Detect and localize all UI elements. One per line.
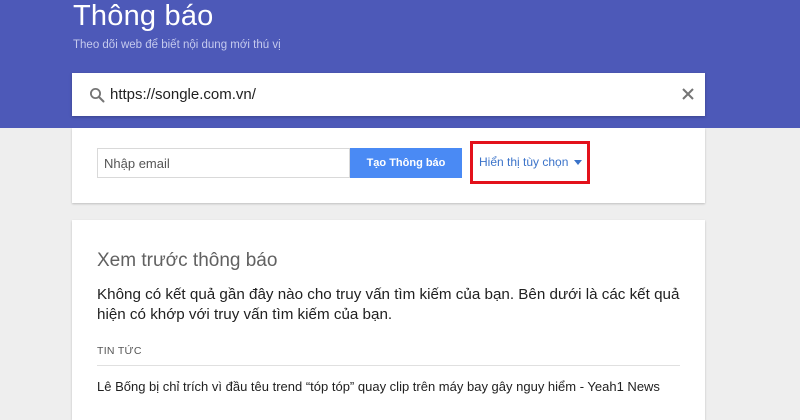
create-alert-button[interactable]: Tạo Thông báo <box>350 148 462 178</box>
search-input[interactable]: https://songle.com.vn/ <box>110 86 256 104</box>
close-icon[interactable] <box>681 87 695 101</box>
page-subtitle: Theo dõi web để biết nội dung mới thú vị <box>73 39 281 51</box>
create-alert-card: Tạo Thông báo Hiển thị tùy chọn <box>72 128 705 203</box>
news-item-link[interactable]: Lê Bống bị chỉ trích vì đầu têu trend “t… <box>97 379 660 394</box>
show-options-label: Hiển thị tùy chọn <box>479 155 569 169</box>
preview-description: Không có kết quả gần đây nào cho truy vấ… <box>97 286 680 323</box>
news-section-label: TIN TỨC <box>97 345 142 357</box>
alert-preview-card: Xem trước thông báo Không có kết quả gần… <box>72 220 705 420</box>
divider <box>97 365 680 366</box>
caret-down-icon <box>574 160 583 165</box>
email-field[interactable] <box>97 148 350 178</box>
preview-title: Xem trước thông báo <box>97 250 278 271</box>
search-icon <box>90 88 105 103</box>
search-bar[interactable]: https://songle.com.vn/ <box>72 73 705 116</box>
show-options-link[interactable]: Hiển thị tùy chọn <box>479 155 583 170</box>
page-title: Thông báo <box>73 0 214 32</box>
